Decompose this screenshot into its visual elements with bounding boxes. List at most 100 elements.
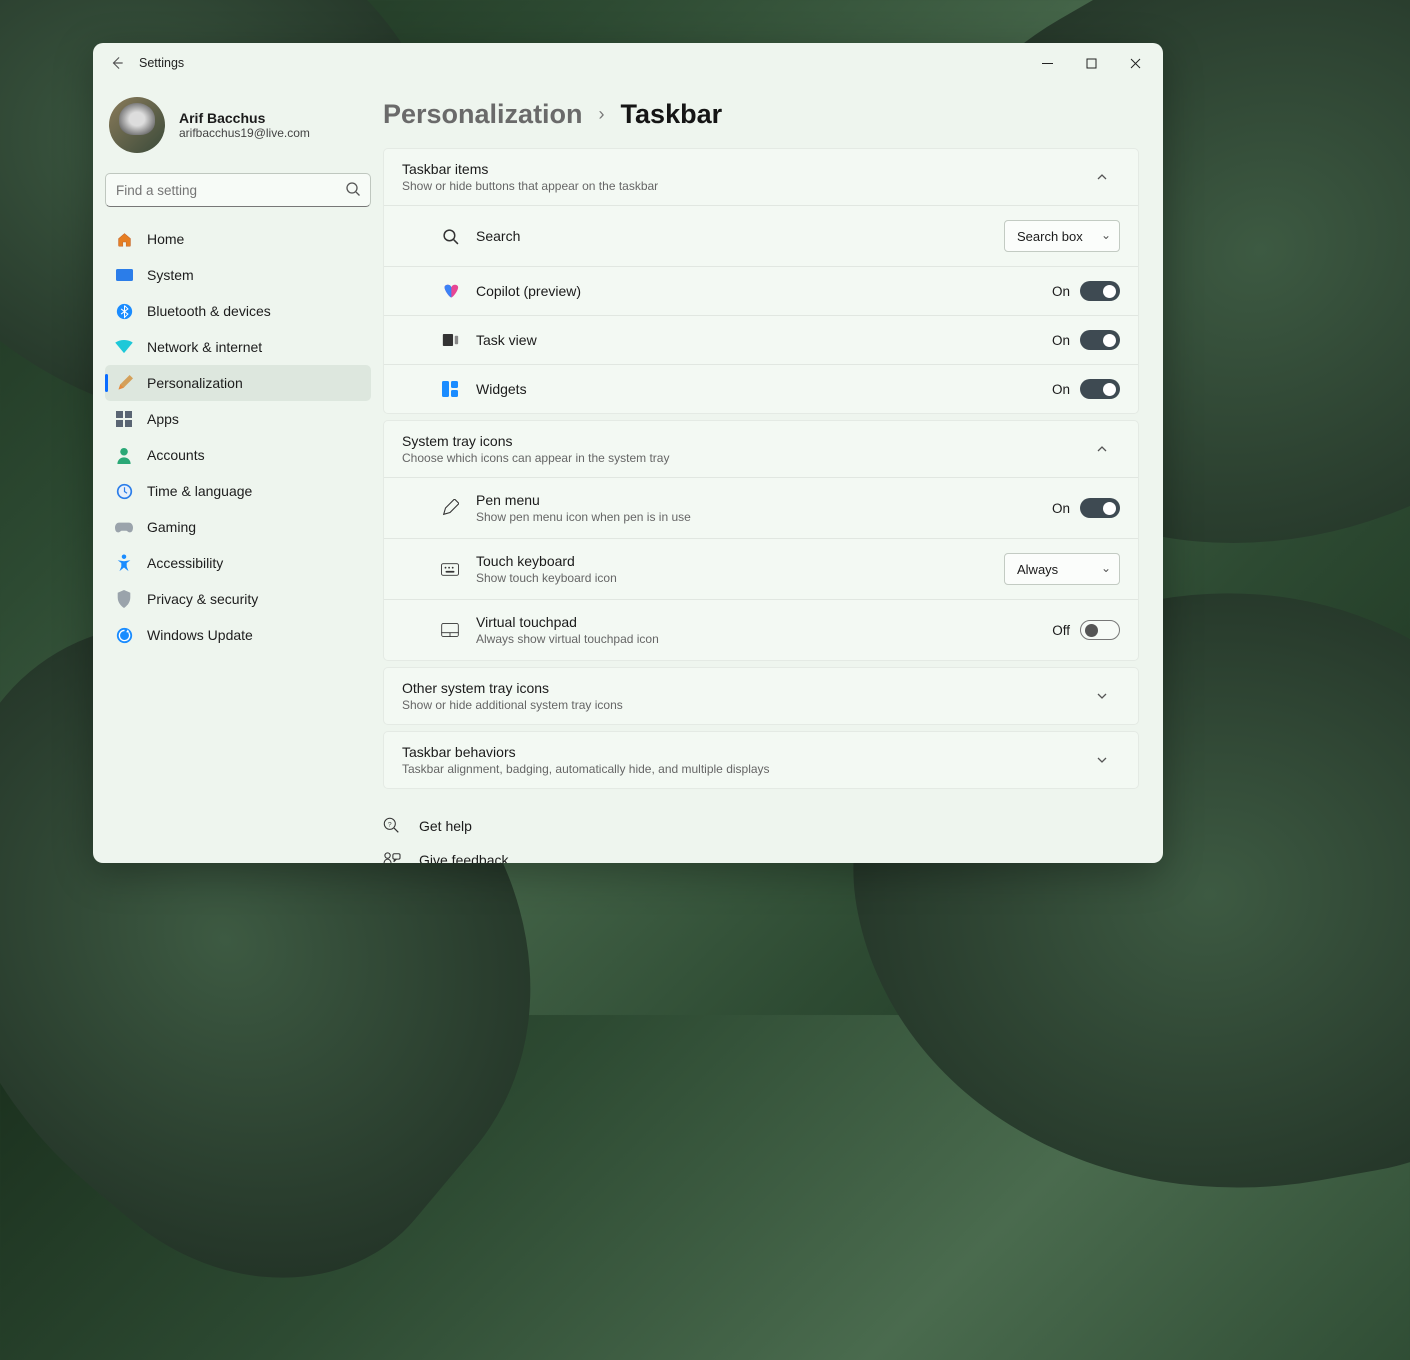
footer-label: Give feedback <box>419 852 509 863</box>
sidebar-item-bluetooth[interactable]: Bluetooth & devices <box>105 293 371 329</box>
titlebar: Settings <box>93 43 1163 83</box>
row-label: Copilot (preview) <box>476 283 1052 299</box>
sidebar-item-label: Accessibility <box>147 555 223 571</box>
taskview-toggle[interactable] <box>1080 330 1120 350</box>
sidebar-item-label: Network & internet <box>147 339 262 355</box>
profile-email: arifbacchus19@live.com <box>179 126 310 140</box>
section-subtitle: Choose which icons can appear in the sys… <box>402 451 1096 465</box>
sidebar-item-label: Gaming <box>147 519 196 535</box>
help-icon: ? <box>383 817 403 834</box>
sidebar-item-label: Home <box>147 231 184 247</box>
accounts-icon <box>115 446 133 464</box>
sidebar-item-label: Time & language <box>147 483 252 499</box>
sidebar-item-update[interactable]: Windows Update <box>105 617 371 653</box>
apps-icon <box>115 410 133 428</box>
section-header-other-tray[interactable]: Other system tray icons Show or hide add… <box>384 668 1138 724</box>
chevron-down-icon: ⌄ <box>1101 228 1111 242</box>
row-label: Task view <box>476 332 1052 348</box>
sidebar-item-privacy[interactable]: Privacy & security <box>105 581 371 617</box>
pen-icon <box>440 498 460 518</box>
section-other-tray: Other system tray icons Show or hide add… <box>383 667 1139 725</box>
pen-toggle[interactable] <box>1080 498 1120 518</box>
sidebar-item-label: Apps <box>147 411 179 427</box>
profile-block[interactable]: Arif Bacchus arifbacchus19@live.com <box>105 83 371 171</box>
section-title: Other system tray icons <box>402 680 1096 696</box>
breadcrumb: Personalization › Taskbar <box>383 91 1139 148</box>
copilot-toggle[interactable] <box>1080 281 1120 301</box>
taskview-icon <box>440 330 460 350</box>
row-sublabel: Always show virtual touchpad icon <box>476 632 1052 646</box>
row-label: Virtual touchpad <box>476 614 1052 630</box>
sidebar-item-gaming[interactable]: Gaming <box>105 509 371 545</box>
sidebar-item-label: Privacy & security <box>147 591 258 607</box>
row-label: Search <box>476 228 1004 244</box>
toggle-state: On <box>1052 382 1070 397</box>
sidebar-item-time[interactable]: Time & language <box>105 473 371 509</box>
chevron-down-icon: ⌄ <box>1101 561 1111 575</box>
home-icon <box>115 230 133 248</box>
sidebar-item-apps[interactable]: Apps <box>105 401 371 437</box>
sidebar-item-home[interactable]: Home <box>105 221 371 257</box>
sidebar-item-personalization[interactable]: Personalization <box>105 365 371 401</box>
row-sublabel: Show pen menu icon when pen is in use <box>476 510 1052 524</box>
widgets-toggle[interactable] <box>1080 379 1120 399</box>
sidebar-item-label: Windows Update <box>147 627 253 643</box>
bluetooth-icon <box>115 302 133 320</box>
time-icon <box>115 482 133 500</box>
keyboard-icon <box>440 559 460 579</box>
svg-text:?: ? <box>388 821 392 828</box>
toggle-state: On <box>1052 284 1070 299</box>
search-icon <box>345 181 361 197</box>
close-button[interactable] <box>1113 47 1157 79</box>
settings-window: Settings Arif Bacchus arifbacchus19@live… <box>93 43 1163 863</box>
get-help-link[interactable]: ? Get help <box>383 809 1139 842</box>
maximize-button[interactable] <box>1069 47 1113 79</box>
search-box <box>105 173 371 207</box>
toggle-state: Off <box>1052 623 1070 638</box>
give-feedback-link[interactable]: Give feedback <box>383 844 1139 863</box>
touchpad-icon <box>440 620 460 640</box>
search-input[interactable] <box>105 173 371 207</box>
row-label: Pen menu <box>476 492 1052 508</box>
section-behaviors: Taskbar behaviors Taskbar alignment, bad… <box>383 731 1139 789</box>
row-sublabel: Show touch keyboard icon <box>476 571 1004 585</box>
gaming-icon <box>115 518 133 536</box>
row-label: Widgets <box>476 381 1052 397</box>
chevron-right-icon: › <box>599 104 605 125</box>
touchpad-toggle[interactable] <box>1080 620 1120 640</box>
privacy-icon <box>115 590 133 608</box>
back-button[interactable] <box>99 45 135 81</box>
sidebar-item-label: Accounts <box>147 447 205 463</box>
section-title: System tray icons <box>402 433 1096 449</box>
toggle-state: On <box>1052 501 1070 516</box>
section-header-behaviors[interactable]: Taskbar behaviors Taskbar alignment, bad… <box>384 732 1138 788</box>
row-search: Search Search box⌄ <box>384 205 1138 266</box>
toggle-state: On <box>1052 333 1070 348</box>
section-tray-icons: System tray icons Choose which icons can… <box>383 420 1139 661</box>
widgets-icon <box>440 379 460 399</box>
chevron-up-icon <box>1096 171 1120 183</box>
sidebar-item-accounts[interactable]: Accounts <box>105 437 371 473</box>
sidebar-item-accessibility[interactable]: Accessibility <box>105 545 371 581</box>
sidebar: Arif Bacchus arifbacchus19@live.com Home… <box>93 83 383 863</box>
search-dropdown[interactable]: Search box⌄ <box>1004 220 1120 252</box>
sidebar-item-network[interactable]: Network & internet <box>105 329 371 365</box>
chevron-up-icon <box>1096 443 1120 455</box>
section-header-tray-icons[interactable]: System tray icons Choose which icons can… <box>384 421 1138 477</box>
sidebar-item-system[interactable]: System <box>105 257 371 293</box>
row-virtual-touchpad: Virtual touchpad Always show virtual tou… <box>384 599 1138 660</box>
row-widgets: Widgets On <box>384 364 1138 413</box>
keyboard-dropdown[interactable]: Always⌄ <box>1004 553 1120 585</box>
row-taskview: Task view On <box>384 315 1138 364</box>
page-title: Taskbar <box>621 99 723 130</box>
row-copilot: Copilot (preview) On <box>384 266 1138 315</box>
sidebar-item-label: Bluetooth & devices <box>147 303 271 319</box>
main-content: Personalization › Taskbar Taskbar items … <box>383 83 1163 863</box>
footer-links: ? Get help Give feedback <box>383 809 1139 863</box>
minimize-button[interactable] <box>1025 47 1069 79</box>
breadcrumb-parent[interactable]: Personalization <box>383 99 583 130</box>
avatar <box>109 97 165 153</box>
section-header-taskbar-items[interactable]: Taskbar items Show or hide buttons that … <box>384 149 1138 205</box>
personalization-icon <box>115 374 133 392</box>
search-icon <box>440 226 460 246</box>
